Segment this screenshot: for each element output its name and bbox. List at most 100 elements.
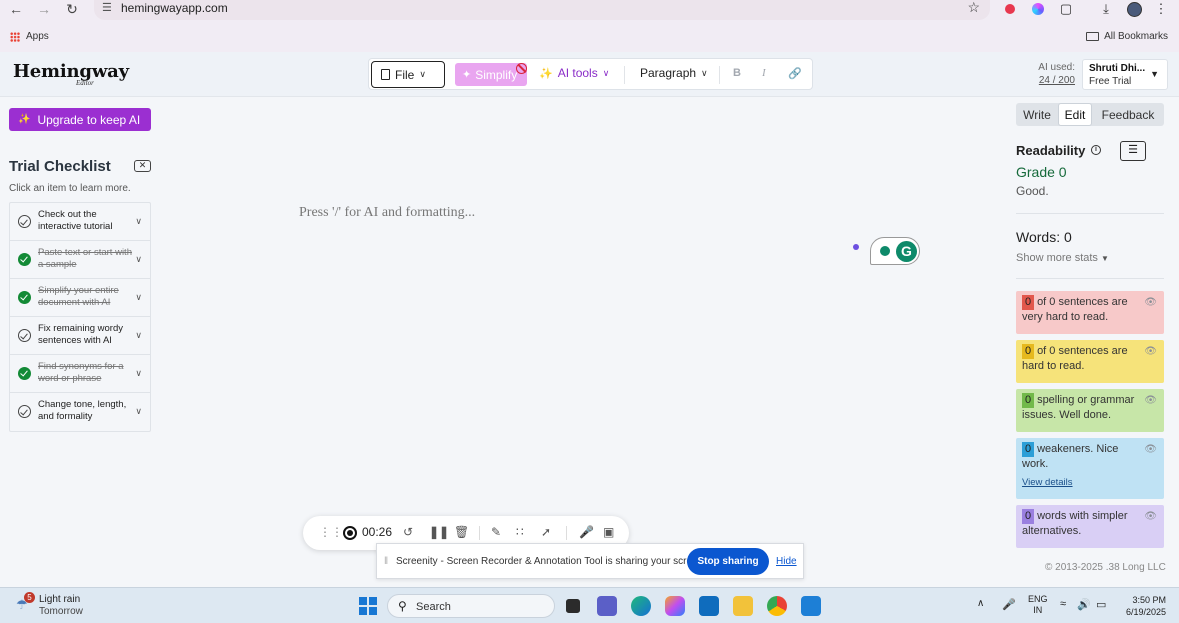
taskbar-search[interactable]: ⚲ Search: [387, 594, 555, 618]
drag-handle-icon[interactable]: ⋮⋮: [319, 525, 343, 539]
ai-tools-button[interactable]: ✨ AI tools ∨: [539, 66, 609, 80]
checklist-item[interactable]: Check out the interactive tutorial ∨: [10, 203, 150, 241]
editor-placeholder[interactable]: Press '/' for AI and formatting...: [299, 205, 475, 221]
edge-icon[interactable]: [631, 596, 651, 616]
eye-icon[interactable]: 👁: [1144, 295, 1157, 310]
bold-button[interactable]: B: [733, 67, 741, 79]
apps-bookmark[interactable]: Apps: [10, 31, 49, 42]
record-stop-icon[interactable]: [343, 526, 357, 540]
region-code: IN: [1033, 605, 1043, 615]
grade-value: Grade 0: [1016, 164, 1067, 180]
checklist-item-label: Paste text or start with a sample: [38, 247, 132, 270]
grip-icon[interactable]: ‖: [384, 556, 388, 567]
site-settings-icon[interactable]: ☰: [102, 1, 112, 14]
download-icon[interactable]: ⤓: [1097, 0, 1115, 18]
trash-icon[interactable]: 🗑: [454, 525, 469, 539]
pause-icon[interactable]: ❚❚: [429, 525, 449, 539]
ai-used-count[interactable]: 24 / 200: [1027, 74, 1075, 87]
copilot-icon[interactable]: [665, 596, 685, 616]
reload-icon[interactable]: ↻: [63, 0, 81, 18]
camera-icon[interactable]: ▣: [603, 525, 614, 539]
checklist-item[interactable]: Change tone, length, and formality ∨: [10, 393, 150, 431]
task-view-icon[interactable]: [566, 599, 580, 613]
very-hard-sentences-card[interactable]: 0 of 0 sentences are very hard to read. …: [1016, 291, 1164, 334]
weakeners-card[interactable]: 0 weakeners. Nice work. View details 👁: [1016, 438, 1164, 499]
browser-chrome: ← → ↻ ☰ hemingwayapp.com ☆ ▢ ⤓ ⋮ Apps Al…: [0, 0, 1179, 52]
check-circle-icon: [18, 215, 31, 228]
address-bar[interactable]: ☰ hemingwayapp.com ☆: [94, 0, 990, 20]
chevron-up-icon[interactable]: ∧: [977, 598, 984, 609]
outlook-icon[interactable]: [699, 596, 719, 616]
user-plan: Free Trial: [1089, 76, 1132, 87]
check-circle-icon: [18, 329, 31, 342]
file-menu-button[interactable]: File ∨: [371, 61, 445, 88]
paragraph-style-button[interactable]: Paragraph ∨: [640, 66, 708, 80]
more-stats-label: Show more stats: [1016, 252, 1098, 264]
close-icon[interactable]: ✕: [134, 160, 151, 172]
eye-icon[interactable]: 👁: [1144, 442, 1157, 457]
italic-button[interactable]: I: [762, 67, 766, 79]
link-icon[interactable]: 🔗: [788, 67, 802, 80]
volume-icon[interactable]: 🔊: [1077, 598, 1091, 611]
windows-start-icon[interactable]: [359, 597, 377, 615]
app-header: Hemingway Editor File ∨ ✦ Simplify ✨ AI …: [0, 52, 1179, 97]
wifi-icon[interactable]: ≈: [1060, 598, 1066, 610]
checklist-item[interactable]: Simplify your entire document with AI ∨: [10, 279, 150, 317]
puzzle-extensions-icon[interactable]: ▢: [1057, 0, 1075, 18]
toolbar-divider: [719, 66, 720, 84]
show-more-stats-link[interactable]: Show more stats ▼: [1016, 252, 1109, 264]
user-menu[interactable]: Shruti Dhi... Free Trial ▼: [1082, 59, 1168, 90]
back-arrow-icon[interactable]: ←: [7, 0, 25, 18]
chevron-down-icon: ∨: [701, 67, 708, 78]
record-extension-icon[interactable]: [1001, 0, 1019, 18]
system-clock[interactable]: 3:50 PM 6/19/2025: [1120, 594, 1166, 618]
chrome-icon[interactable]: [767, 596, 787, 616]
microphone-icon[interactable]: 🎤: [1002, 598, 1016, 611]
grammarly-widget[interactable]: G: [870, 237, 920, 265]
divider: [1016, 213, 1164, 214]
stop-sharing-button[interactable]: Stop sharing: [687, 548, 769, 575]
upgrade-button[interactable]: ✨ Upgrade to keep AI: [9, 108, 151, 131]
extension-icon[interactable]: [1029, 0, 1047, 18]
language-indicator[interactable]: ENG IN: [1028, 594, 1048, 616]
checklist-item[interactable]: Find synonyms for a word or phrase ∨: [10, 355, 150, 393]
cursor-icon[interactable]: ➚: [541, 525, 551, 539]
hemingway-logo[interactable]: Hemingway: [13, 61, 129, 82]
tab-feedback[interactable]: Feedback: [1092, 103, 1164, 126]
weather-when: Tomorrow: [39, 606, 83, 617]
battery-icon[interactable]: ▭: [1096, 598, 1106, 611]
eye-icon[interactable]: 👁: [1144, 509, 1157, 524]
file-explorer-icon[interactable]: [733, 596, 753, 616]
checklist-item[interactable]: Paste text or start with a sample ∨: [10, 241, 150, 279]
disabled-ban-icon: [516, 63, 527, 74]
eye-icon[interactable]: 👁: [1144, 393, 1157, 408]
blur-grid-icon[interactable]: ∷: [516, 525, 524, 539]
pen-icon[interactable]: ✎: [491, 525, 501, 539]
tab-edit[interactable]: Edit: [1058, 103, 1092, 126]
all-bookmarks[interactable]: All Bookmarks: [1086, 31, 1168, 42]
hard-sentences-card[interactable]: 0 of 0 sentences are hard to read. 👁: [1016, 340, 1164, 383]
hide-link[interactable]: Hide: [776, 556, 797, 567]
recording-timer: 00:26: [362, 525, 393, 539]
weather-condition[interactable]: Light rain: [39, 594, 80, 605]
profile-avatar[interactable]: [1125, 0, 1143, 18]
restart-icon[interactable]: ↺: [403, 525, 413, 539]
search-icon: ⚲: [398, 599, 407, 613]
microphone-icon[interactable]: 🎤: [579, 525, 594, 539]
teams-icon[interactable]: [597, 596, 617, 616]
spelling-grammar-card[interactable]: 0 spelling or grammar issues. Well done.…: [1016, 389, 1164, 432]
eye-icon[interactable]: 👁: [1144, 344, 1157, 359]
hard-text: of 0 sentences are hard to read.: [1022, 345, 1128, 372]
simplify-label: Simplify: [475, 67, 518, 82]
checklist-item[interactable]: Fix remaining wordy sentences with AI ∨: [10, 317, 150, 355]
view-details-link[interactable]: View details: [1022, 475, 1142, 490]
simpler-alternatives-card[interactable]: 0 words with simpler alternatives. 👁: [1016, 505, 1164, 548]
bookmark-star-icon[interactable]: ☆: [967, 0, 980, 16]
tab-write[interactable]: Write: [1016, 103, 1058, 126]
forward-arrow-icon[interactable]: →: [35, 0, 53, 18]
info-icon[interactable]: i: [1091, 145, 1101, 155]
sliders-settings-icon[interactable]: ☰: [1120, 141, 1146, 161]
copyright: © 2013-2025 .38 Long LLC: [1045, 562, 1166, 573]
notepad-icon[interactable]: [801, 596, 821, 616]
browser-menu-icon[interactable]: ⋮: [1152, 0, 1170, 18]
